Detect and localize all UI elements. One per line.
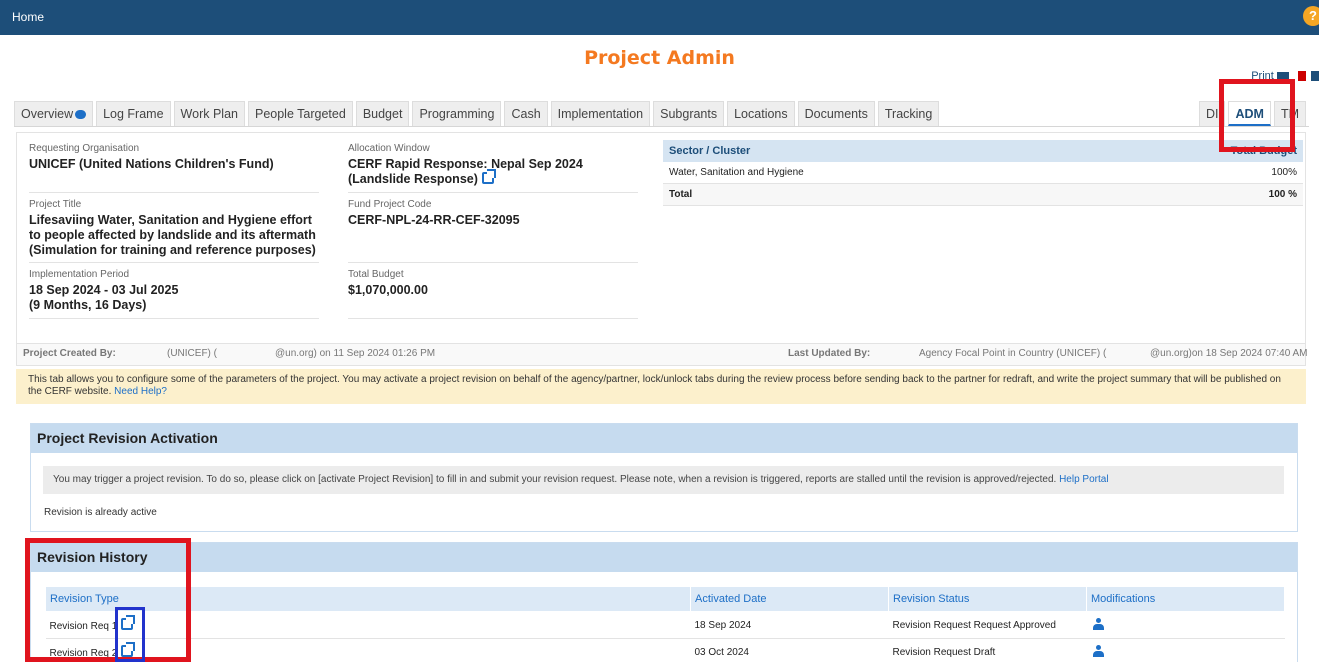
total-budget-field: Total Budget $1,070,000.00 <box>348 269 638 319</box>
revision-history-panel: Revision History Revision Type Activated… <box>30 542 1298 662</box>
total-budget-label: Total Budget <box>348 269 404 280</box>
tab-implementation[interactable]: Implementation <box>550 101 651 126</box>
col-activated-date: Activated Date <box>690 586 889 612</box>
excel-icon[interactable] <box>1311 71 1319 82</box>
total-budget-value: $1,070,000.00 <box>348 283 428 297</box>
tab-divider <box>14 126 1309 127</box>
user-icon[interactable] <box>1092 644 1104 657</box>
tab-subgrants[interactable]: Subgrants <box>653 101 725 126</box>
revision-status: Revision Request Draft <box>888 638 1087 662</box>
tab-documents[interactable]: Documents <box>797 101 875 126</box>
tab-log-frame[interactable]: Log Frame <box>96 101 171 126</box>
revision-status: Revision Request Request Approved <box>888 611 1087 639</box>
updated-by-label: Last Updated By: <box>788 348 871 359</box>
table-header-row: Revision Type Activated Date Revision St… <box>45 586 1285 612</box>
updated-by-email: @un.org)on 18 Sep 2024 07:40 AM <box>1150 348 1308 359</box>
sector-percent: 100% <box>1271 167 1297 178</box>
comment-icon <box>75 110 87 120</box>
updated-by-name: Agency Focal Point in Country (UNICEF) ( <box>919 348 1107 359</box>
sector-total-label: Total <box>669 189 693 200</box>
implementation-period-value: 18 Sep 2024 - 03 Jul 2025 <box>29 283 179 297</box>
notice-text: This tab allows you to configure some of… <box>28 374 1281 397</box>
project-meta-bar: Project Created By: (UNICEF) ( @un.org) … <box>16 344 1308 366</box>
sector-total-percent: 100 % <box>1268 189 1297 200</box>
tab-locations[interactable]: Locations <box>727 101 795 126</box>
allocation-window-value: CERF Rapid Response: Nepal Sep 2024 (Lan… <box>348 157 638 187</box>
implementation-period-field: Implementation Period 18 Sep 2024 - 03 J… <box>29 269 319 319</box>
tab-label: Overview <box>21 107 74 121</box>
sector-name: Water, Sanitation and Hygiene <box>669 167 804 178</box>
revision-history-title: Revision History <box>31 543 1297 572</box>
fund-code-value: CERF-NPL-24-RR-CEF-32095 <box>348 213 520 227</box>
allocation-window-text: CERF Rapid Response: Nepal Sep 2024 (Lan… <box>348 157 583 186</box>
help-portal-link[interactable]: Help Portal <box>1059 474 1108 485</box>
sector-row: Water, Sanitation and Hygiene 100% <box>663 162 1303 184</box>
revision-history-highlight-box <box>25 538 191 662</box>
activated-date: 03 Oct 2024 <box>690 638 889 662</box>
col-modifications: Modifications <box>1086 586 1285 612</box>
home-link[interactable]: Home <box>12 10 44 24</box>
project-title-label: Project Title <box>29 199 82 210</box>
tab-work-plan[interactable]: Work Plan <box>173 101 245 126</box>
created-by-label: Project Created By: <box>23 348 116 359</box>
revision-activation-title: Project Revision Activation <box>31 424 1297 453</box>
allocation-window-label: Allocation Window <box>348 143 430 154</box>
created-by-org: (UNICEF) ( <box>167 348 217 359</box>
revision-note: You may trigger a project revision. To d… <box>43 466 1284 494</box>
requesting-org-field: Requesting Organisation UNICEF (United N… <box>29 143 319 193</box>
revision-link-highlight-box <box>115 607 145 662</box>
page-title: Project Admin <box>584 47 735 69</box>
implementation-period-label: Implementation Period <box>29 269 130 280</box>
top-nav-bar: Home ? <box>0 0 1319 35</box>
external-link-icon[interactable] <box>481 169 496 184</box>
col-revision-status: Revision Status <box>888 586 1087 612</box>
requesting-org-value: UNICEF (United Nations Children's Fund) <box>29 157 274 171</box>
adm-tab-highlight-box <box>1219 79 1295 152</box>
tab-tracking[interactable]: Tracking <box>877 101 940 126</box>
fund-code-label: Fund Project Code <box>348 199 432 210</box>
project-info-panel: Requesting Organisation UNICEF (United N… <box>16 132 1306 344</box>
revision-status-text: Revision is already active <box>44 507 157 518</box>
activated-date: 18 Sep 2024 <box>690 611 889 639</box>
sector-header-label: Sector / Cluster <box>669 145 751 157</box>
revision-activation-panel: Project Revision Activation You may trig… <box>30 423 1298 532</box>
admin-notice: This tab allows you to configure some of… <box>16 369 1306 404</box>
requesting-org-label: Requesting Organisation <box>29 143 140 154</box>
tab-overview[interactable]: Overview <box>14 101 94 126</box>
project-title-field: Project Title Lifesaviing Water, Sanitat… <box>29 199 319 263</box>
table-row: Revision Req 2 03 Oct 2024 Revision Requ… <box>45 638 1285 662</box>
implementation-duration-value: (9 Months, 16 Days) <box>29 298 147 312</box>
table-row: Revision Req 1 18 Sep 2024 Revision Requ… <box>45 611 1285 639</box>
project-title-value: Lifesaviing Water, Sanitation and Hygien… <box>29 213 316 257</box>
modifications-cell <box>1086 611 1285 639</box>
allocation-window-field: Allocation Window CERF Rapid Response: N… <box>348 143 638 193</box>
created-by-email: @un.org) on 11 Sep 2024 01:26 PM <box>275 348 436 359</box>
tab-programming[interactable]: Programming <box>412 101 502 126</box>
sector-total-row: Total 100 % <box>663 184 1303 206</box>
modifications-cell <box>1086 638 1285 662</box>
tab-people-targeted[interactable]: People Targeted <box>247 101 353 126</box>
tab-bar: Overview Log Frame Work Plan People Targ… <box>14 101 942 126</box>
sector-header: Sector / Cluster Total Budget <box>663 140 1303 162</box>
pdf-icon[interactable] <box>1297 71 1306 82</box>
sector-cluster-table: Sector / Cluster Total Budget Water, San… <box>663 140 1303 206</box>
user-icon[interactable] <box>1092 617 1104 630</box>
revision-note-text: You may trigger a project revision. To d… <box>53 474 1057 485</box>
need-help-link[interactable]: Need Help? <box>114 386 167 397</box>
tab-cash[interactable]: Cash <box>504 101 548 126</box>
help-icon[interactable]: ? <box>1303 6 1319 26</box>
fund-code-field: Fund Project Code CERF-NPL-24-RR-CEF-320… <box>348 199 638 263</box>
revision-history-table: Revision Type Activated Date Revision St… <box>45 586 1285 662</box>
tab-budget[interactable]: Budget <box>355 101 410 126</box>
